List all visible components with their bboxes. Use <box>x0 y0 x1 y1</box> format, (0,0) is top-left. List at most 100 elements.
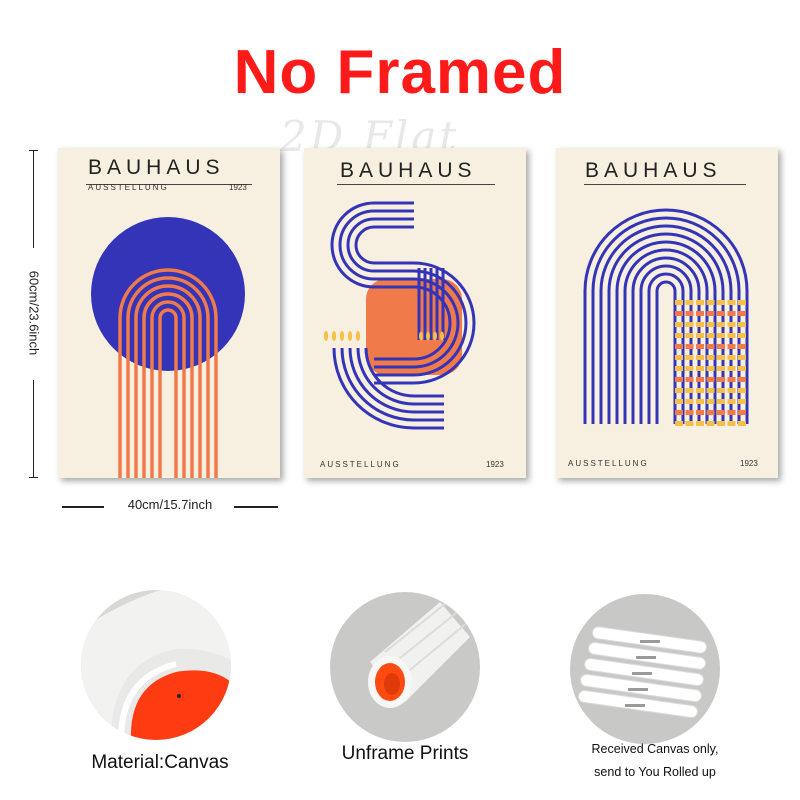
tile <box>675 311 683 316</box>
tile <box>738 344 746 349</box>
tile <box>685 366 694 371</box>
tile <box>738 333 746 338</box>
material-caption: Material:Canvas <box>91 752 229 773</box>
canvas-corner-photo <box>81 590 231 740</box>
tile <box>706 421 715 426</box>
tile <box>717 399 725 404</box>
tile <box>717 410 725 415</box>
poster-subtitle: AUSSTELLUNG <box>568 459 649 468</box>
tile <box>696 388 704 393</box>
tile <box>675 300 683 305</box>
tile <box>727 421 736 426</box>
tile <box>685 300 694 305</box>
tile <box>685 399 694 404</box>
tile <box>675 366 683 371</box>
tile <box>717 421 725 426</box>
tile <box>727 388 736 393</box>
tile <box>738 421 746 426</box>
headline: No Framed <box>233 38 567 107</box>
tile <box>717 377 725 382</box>
tile <box>675 399 683 404</box>
tile <box>675 333 683 338</box>
poster-subtitle: AUSSTELLUNG <box>320 460 401 469</box>
poster-year: 1923 <box>740 459 758 468</box>
poster-2-artwork <box>323 201 476 430</box>
tile <box>706 355 715 360</box>
tile <box>727 322 736 327</box>
rolled-caption-line2: send to You Rolled up <box>594 765 716 779</box>
tile <box>675 410 683 415</box>
tile <box>685 421 694 426</box>
tile <box>696 421 704 426</box>
tile <box>717 388 725 393</box>
tile <box>727 399 736 404</box>
tile <box>717 366 725 371</box>
tile <box>706 311 715 316</box>
tile <box>727 311 736 316</box>
width-label: 40cm/15.7inch <box>127 497 213 512</box>
tile <box>685 388 694 393</box>
unframe-caption: Unframe Prints <box>341 743 469 764</box>
poster-3: BAUHAUS AUSSTELLUNG 1923 <box>556 148 778 478</box>
tile <box>685 333 694 338</box>
tile <box>696 355 704 360</box>
rolled-canvas-photo <box>330 592 480 742</box>
tile <box>706 322 715 327</box>
tile <box>706 377 715 382</box>
rolled-caption: Received Canvas only, send to You Rolled… <box>555 738 755 784</box>
tile <box>738 366 746 371</box>
tile <box>706 388 715 393</box>
poster-1-artwork <box>91 217 245 478</box>
rolled-caption-line1: Received Canvas only, <box>591 742 719 756</box>
tile <box>685 355 694 360</box>
tile <box>675 344 683 349</box>
tile <box>706 366 715 371</box>
tile <box>706 410 715 415</box>
tile <box>696 377 704 382</box>
tile <box>685 311 694 316</box>
tile <box>675 377 683 382</box>
tile <box>738 322 746 327</box>
tile <box>706 333 715 338</box>
tile <box>738 399 746 404</box>
tile <box>727 333 736 338</box>
tile <box>685 410 694 415</box>
tile <box>696 399 704 404</box>
tile <box>717 311 725 316</box>
tile <box>675 322 683 327</box>
tile <box>727 355 736 360</box>
tile <box>727 344 736 349</box>
tile <box>675 388 683 393</box>
tile <box>696 333 704 338</box>
height-dimension: 60cm/23.6inch <box>20 148 48 478</box>
tile <box>696 300 704 305</box>
tile <box>727 366 736 371</box>
tile <box>685 344 694 349</box>
rolled-tubes-photo <box>570 594 720 744</box>
height-label: 60cm/23.6inch <box>26 270 42 356</box>
tile <box>738 355 746 360</box>
tile <box>696 322 704 327</box>
tile <box>738 388 746 393</box>
tile <box>706 399 715 404</box>
tile <box>706 300 715 305</box>
tile <box>675 421 683 426</box>
tile <box>717 355 725 360</box>
tile <box>738 377 746 382</box>
poster-2: BAUHAUS AUSSTELLUNG 1923 <box>304 148 526 478</box>
tile <box>685 377 694 382</box>
poster-year: 1923 <box>486 460 504 469</box>
tile <box>696 311 704 316</box>
tile <box>727 410 736 415</box>
tile <box>706 344 715 349</box>
tile <box>738 300 746 305</box>
tile <box>717 344 725 349</box>
tile <box>738 311 746 316</box>
tile <box>738 410 746 415</box>
tile <box>696 344 704 349</box>
tile <box>727 377 736 382</box>
tile <box>685 322 694 327</box>
poster-3-artwork <box>583 208 749 426</box>
tile <box>696 366 704 371</box>
tile <box>717 322 725 327</box>
